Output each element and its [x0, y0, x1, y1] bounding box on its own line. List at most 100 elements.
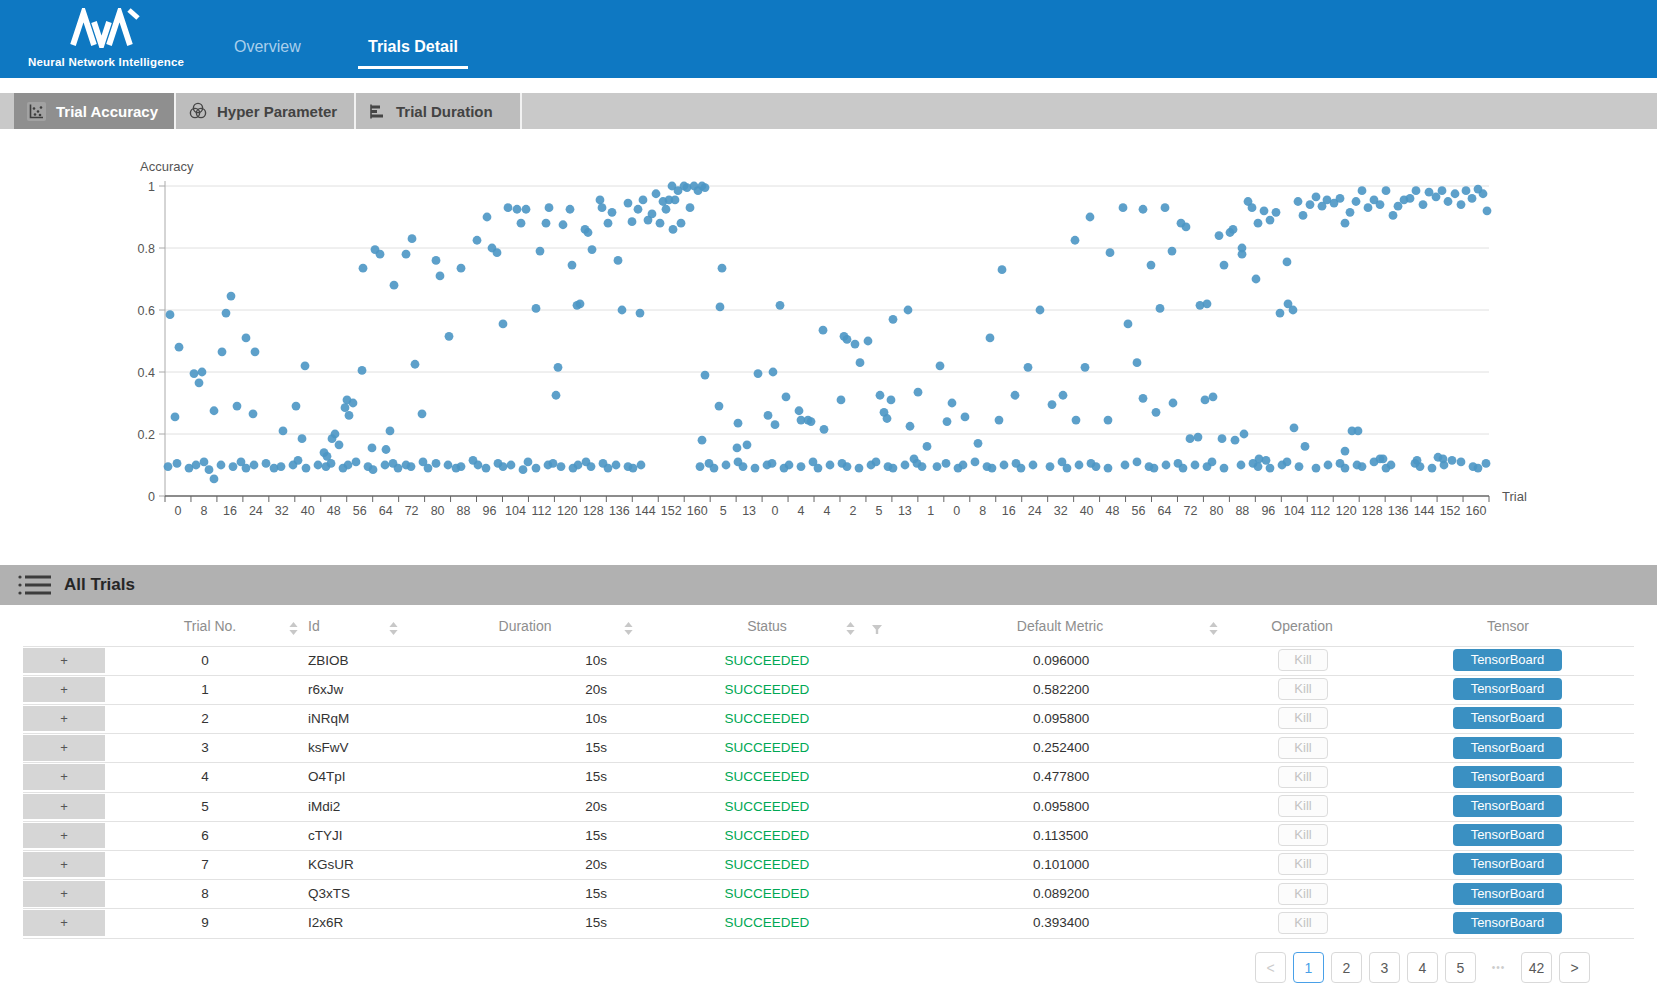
- scatter-point[interactable]: [195, 378, 204, 387]
- scatter-point[interactable]: [1017, 464, 1026, 473]
- scatter-point[interactable]: [1208, 458, 1217, 467]
- scatter-point[interactable]: [1457, 458, 1466, 467]
- scatter-point[interactable]: [1229, 225, 1238, 234]
- scatter-point[interactable]: [764, 411, 773, 420]
- scatter-point[interactable]: [1075, 461, 1084, 470]
- scatter-point[interactable]: [1382, 186, 1391, 195]
- scatter-point[interactable]: [192, 461, 201, 470]
- scatter-point[interactable]: [1438, 186, 1447, 195]
- scatter-point[interactable]: [507, 461, 516, 470]
- scatter-point[interactable]: [279, 427, 288, 436]
- scatter-point[interactable]: [995, 416, 1004, 425]
- scatter-point[interactable]: [710, 464, 719, 473]
- scatter-point[interactable]: [1462, 186, 1471, 195]
- scatter-point[interactable]: [751, 464, 760, 473]
- scatter-point[interactable]: [855, 464, 864, 473]
- scatter-point[interactable]: [171, 413, 180, 422]
- scatter-point[interactable]: [457, 462, 466, 471]
- scatter-point[interactable]: [733, 444, 742, 453]
- scatter-point[interactable]: [1059, 391, 1068, 400]
- scatter-point[interactable]: [1092, 462, 1101, 471]
- scatter-point[interactable]: [499, 462, 508, 471]
- scatter-point[interactable]: [292, 402, 301, 411]
- scatter-point[interactable]: [1294, 197, 1303, 206]
- scatter-point[interactable]: [604, 464, 613, 473]
- tensorboard-button[interactable]: TensorBoard: [1453, 824, 1562, 846]
- expand-button[interactable]: +: [23, 794, 105, 820]
- tensorboard-button[interactable]: TensorBoard: [1453, 737, 1562, 759]
- scatter-point[interactable]: [229, 462, 238, 471]
- scatter-point[interactable]: [536, 247, 545, 256]
- scatter-point[interactable]: [545, 203, 554, 212]
- scatter-point[interactable]: [1364, 203, 1373, 212]
- page-next[interactable]: >: [1559, 952, 1590, 983]
- scatter-point[interactable]: [959, 461, 968, 470]
- scatter-point[interactable]: [227, 292, 236, 301]
- scatter-point[interactable]: [1290, 423, 1299, 432]
- kill-button[interactable]: Kill: [1278, 795, 1328, 817]
- scatter-point[interactable]: [618, 306, 627, 315]
- scatter-point[interactable]: [656, 219, 665, 228]
- scatter-point[interactable]: [250, 461, 259, 470]
- kill-button[interactable]: Kill: [1278, 883, 1328, 905]
- scatter-point[interactable]: [864, 337, 873, 346]
- scatter-point[interactable]: [217, 461, 226, 470]
- scatter-point[interactable]: [734, 419, 743, 428]
- tensorboard-button[interactable]: TensorBoard: [1453, 795, 1562, 817]
- nav-tab-trials-detail[interactable]: Trials Detail: [368, 38, 458, 56]
- scatter-point[interactable]: [394, 464, 403, 473]
- scatter-point[interactable]: [1248, 203, 1257, 212]
- sort-icon[interactable]: [289, 622, 298, 635]
- scatter-point[interactable]: [1139, 205, 1148, 214]
- scatter-point[interactable]: [1358, 462, 1367, 471]
- page-42[interactable]: 42: [1521, 952, 1552, 983]
- scatter-point[interactable]: [901, 461, 910, 470]
- scatter-point[interactable]: [1024, 363, 1033, 372]
- tab-trial-duration[interactable]: Trial Duration: [356, 93, 520, 129]
- scatter-point[interactable]: [408, 234, 417, 243]
- scatter-point[interactable]: [205, 465, 214, 474]
- scatter-point[interactable]: [323, 452, 332, 461]
- kill-button[interactable]: Kill: [1278, 912, 1328, 934]
- scatter-point[interactable]: [524, 458, 533, 467]
- tensorboard-button[interactable]: TensorBoard: [1453, 883, 1562, 905]
- scatter-point[interactable]: [402, 250, 411, 259]
- scatter-point[interactable]: [1169, 399, 1178, 408]
- scatter-point[interactable]: [218, 347, 227, 356]
- scatter-point[interactable]: [1254, 462, 1263, 471]
- scatter-point[interactable]: [1071, 236, 1080, 245]
- scatter-point[interactable]: [1428, 464, 1437, 473]
- scatter-point[interactable]: [1168, 247, 1177, 256]
- tensorboard-button[interactable]: TensorBoard: [1453, 707, 1562, 729]
- scatter-point[interactable]: [1203, 299, 1212, 308]
- scatter-point[interactable]: [549, 459, 558, 468]
- scatter-point[interactable]: [843, 335, 852, 344]
- scatter-point[interactable]: [1119, 203, 1128, 212]
- scatter-point[interactable]: [483, 213, 492, 222]
- page-4[interactable]: 4: [1407, 952, 1438, 983]
- scatter-point[interactable]: [301, 361, 310, 370]
- scatter-point[interactable]: [1191, 461, 1200, 470]
- scatter-point[interactable]: [1048, 400, 1057, 409]
- kill-button[interactable]: Kill: [1278, 649, 1328, 671]
- scatter-point[interactable]: [826, 461, 835, 470]
- scatter-point[interactable]: [584, 228, 593, 237]
- scatter-point[interactable]: [576, 299, 585, 308]
- scatter-point[interactable]: [1201, 396, 1210, 405]
- scatter-point[interactable]: [739, 462, 748, 471]
- scatter-point[interactable]: [843, 462, 852, 471]
- scatter-point[interactable]: [1237, 461, 1246, 470]
- scatter-point[interactable]: [542, 219, 551, 228]
- filter-icon[interactable]: [871, 624, 883, 635]
- kill-button[interactable]: Kill: [1278, 766, 1328, 788]
- scatter-point[interactable]: [887, 396, 896, 405]
- scatter-point[interactable]: [445, 332, 454, 341]
- scatter-point[interactable]: [390, 281, 399, 290]
- scatter-point[interactable]: [1352, 197, 1361, 206]
- scatter-point[interactable]: [1312, 192, 1321, 201]
- expand-button[interactable]: +: [23, 677, 105, 703]
- scatter-point[interactable]: [671, 196, 680, 205]
- scatter-point[interactable]: [1468, 194, 1477, 203]
- scatter-point[interactable]: [1406, 194, 1415, 203]
- scatter-point[interactable]: [1283, 258, 1292, 267]
